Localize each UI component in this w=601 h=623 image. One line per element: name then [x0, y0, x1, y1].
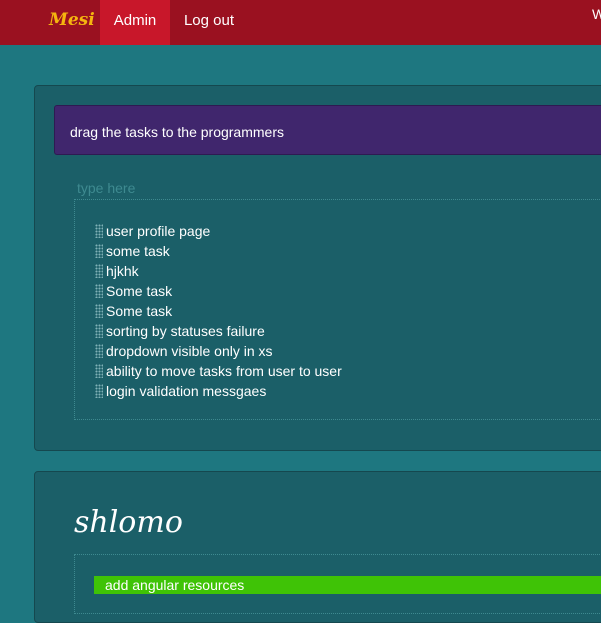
drag-handle-icon[interactable]: [95, 284, 103, 298]
task-label: some task: [106, 243, 170, 259]
brand-logo[interactable]: Mesi: [49, 10, 95, 30]
task-label: add angular resources: [105, 577, 245, 593]
nav-logout-link[interactable]: Log out: [170, 0, 248, 45]
task-label: Some task: [106, 283, 173, 299]
unassigned-task-list[interactable]: user profile page some task hjkhk Some t…: [74, 199, 601, 420]
drag-handle-icon[interactable]: [95, 364, 103, 378]
task-item[interactable]: hjkhk: [95, 261, 139, 281]
drag-handle-icon[interactable]: [95, 224, 103, 238]
drag-handle-icon[interactable]: [95, 244, 103, 258]
task-item[interactable]: user profile page: [95, 221, 210, 241]
assigned-task-item[interactable]: add angular resources: [94, 576, 601, 594]
drag-handle-icon[interactable]: [95, 264, 103, 278]
drag-handle-icon[interactable]: [95, 324, 103, 338]
programmer-name: shlomo: [74, 505, 183, 540]
task-item[interactable]: Some task: [95, 281, 172, 301]
task-label: hjkhk: [106, 263, 139, 279]
task-label: ability to move tasks from user to user: [106, 363, 342, 379]
nav-admin-link[interactable]: Admin: [100, 0, 170, 45]
task-label: dropdown visible only in xs: [106, 343, 273, 359]
task-search-input[interactable]: [74, 178, 380, 198]
instruction-banner: drag the tasks to the programmers: [54, 105, 601, 155]
drag-handle-icon[interactable]: [95, 344, 103, 358]
drag-handle-icon[interactable]: [95, 384, 103, 398]
task-label: login validation messgaes: [106, 383, 267, 399]
task-label: user profile page: [106, 223, 211, 239]
drag-handle-icon[interactable]: [95, 304, 103, 318]
top-navbar: Mesi Admin Log out W: [0, 0, 601, 45]
task-item[interactable]: dropdown visible only in xs: [95, 341, 273, 361]
task-item[interactable]: Some task: [95, 301, 172, 321]
task-label: sorting by statuses failure: [106, 323, 265, 339]
task-label: Some task: [106, 303, 173, 319]
instruction-text: drag the tasks to the programmers: [70, 124, 284, 140]
task-item[interactable]: login validation messgaes: [95, 381, 266, 401]
user-greeting: W: [592, 6, 601, 22]
task-item[interactable]: some task: [95, 241, 170, 261]
task-item[interactable]: ability to move tasks from user to user: [95, 361, 342, 381]
task-item[interactable]: sorting by statuses failure: [95, 321, 265, 341]
